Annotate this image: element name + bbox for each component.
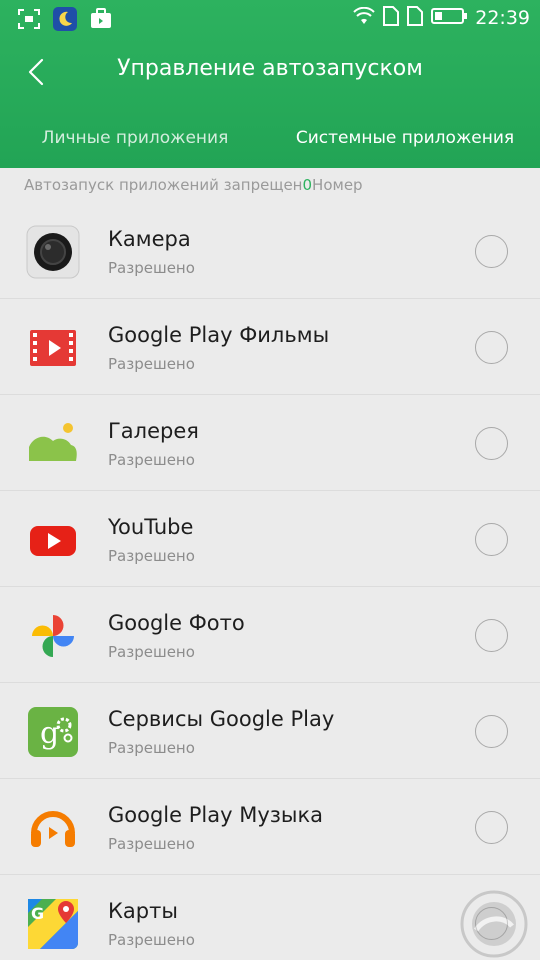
app-status: Разрешено: [108, 931, 195, 949]
app-name: Карты: [108, 899, 178, 923]
summary-count: 0: [302, 176, 313, 194]
app-status: Разрешено: [108, 259, 195, 277]
tab-personal-apps[interactable]: Личные приложения: [0, 118, 270, 162]
notification-icons: [16, 7, 114, 31]
clock: 22:39: [475, 7, 530, 29]
summary-suffix: Номер: [312, 176, 363, 194]
app-status: Разрешено: [108, 547, 195, 565]
app-header: 22:39 Управление автозапуском Личные при…: [0, 0, 540, 168]
app-name: Google Play Музыка: [108, 803, 324, 827]
app-row-play-movies[interactable]: Google Play Фильмы Разрешено: [0, 299, 540, 395]
play-services-icon: g: [26, 705, 80, 759]
page-title: Управление автозапуском: [117, 56, 423, 81]
watermark-logo: [446, 880, 534, 960]
autostart-radio[interactable]: [475, 811, 508, 844]
app-row-play-services[interactable]: g Сервисы Google Play Разрешено: [0, 683, 540, 779]
summary-prefix: Автозапуск приложений запрещен: [24, 176, 303, 194]
app-row-play-music[interactable]: Google Play Музыка Разрешено: [0, 779, 540, 875]
gallery-icon: [26, 417, 80, 471]
app-status: Разрешено: [108, 739, 195, 757]
tab-system-apps[interactable]: Системные приложения: [270, 118, 540, 162]
night-mode-icon: [52, 7, 78, 31]
app-row-youtube[interactable]: YouTube Разрешено: [0, 491, 540, 587]
app-name: Google Play Фильмы: [108, 323, 330, 347]
youtube-icon: [26, 513, 80, 567]
app-name: YouTube: [108, 515, 194, 539]
svg-text:G: G: [31, 904, 44, 923]
app-list: Камера Разрешено Google Play Фильмы Разр…: [0, 203, 540, 960]
autostart-radio[interactable]: [475, 235, 508, 268]
app-status: Разрешено: [108, 355, 195, 373]
autostart-radio[interactable]: [475, 715, 508, 748]
autostart-radio[interactable]: [475, 523, 508, 556]
app-status: Разрешено: [108, 451, 195, 469]
app-row-google-photos[interactable]: Google Фото Разрешено: [0, 587, 540, 683]
sim-2-icon: [407, 6, 424, 30]
tab-bar: Личные приложения Системные приложения: [0, 118, 540, 162]
app-status: Разрешено: [108, 643, 195, 661]
briefcase-icon: [88, 7, 114, 31]
wifi-icon: [353, 6, 375, 29]
app-row-gallery[interactable]: Галерея Разрешено: [0, 395, 540, 491]
autostart-radio[interactable]: [475, 427, 508, 460]
app-row-camera[interactable]: Камера Разрешено: [0, 203, 540, 299]
autostart-summary: Автозапуск приложений запрещен0Номер: [24, 176, 363, 194]
app-status: Разрешено: [108, 835, 195, 853]
camera-icon: [26, 225, 80, 279]
app-name: Галерея: [108, 419, 199, 443]
battery-icon: [431, 8, 468, 28]
google-photos-icon: [26, 609, 80, 663]
system-icons: 22:39: [353, 6, 530, 30]
sim-1-icon: [383, 6, 400, 30]
status-bar: 22:39: [0, 0, 540, 38]
app-name: Камера: [108, 227, 191, 251]
svg-text:g: g: [40, 716, 59, 751]
autostart-radio[interactable]: [475, 619, 508, 652]
play-music-icon: [26, 801, 80, 855]
app-name: Google Фото: [108, 611, 245, 635]
play-movies-icon: [26, 321, 80, 375]
app-name: Сервисы Google Play: [108, 707, 335, 731]
maps-icon: G: [26, 897, 80, 951]
screenshot-icon: [16, 7, 42, 31]
autostart-radio[interactable]: [475, 331, 508, 364]
